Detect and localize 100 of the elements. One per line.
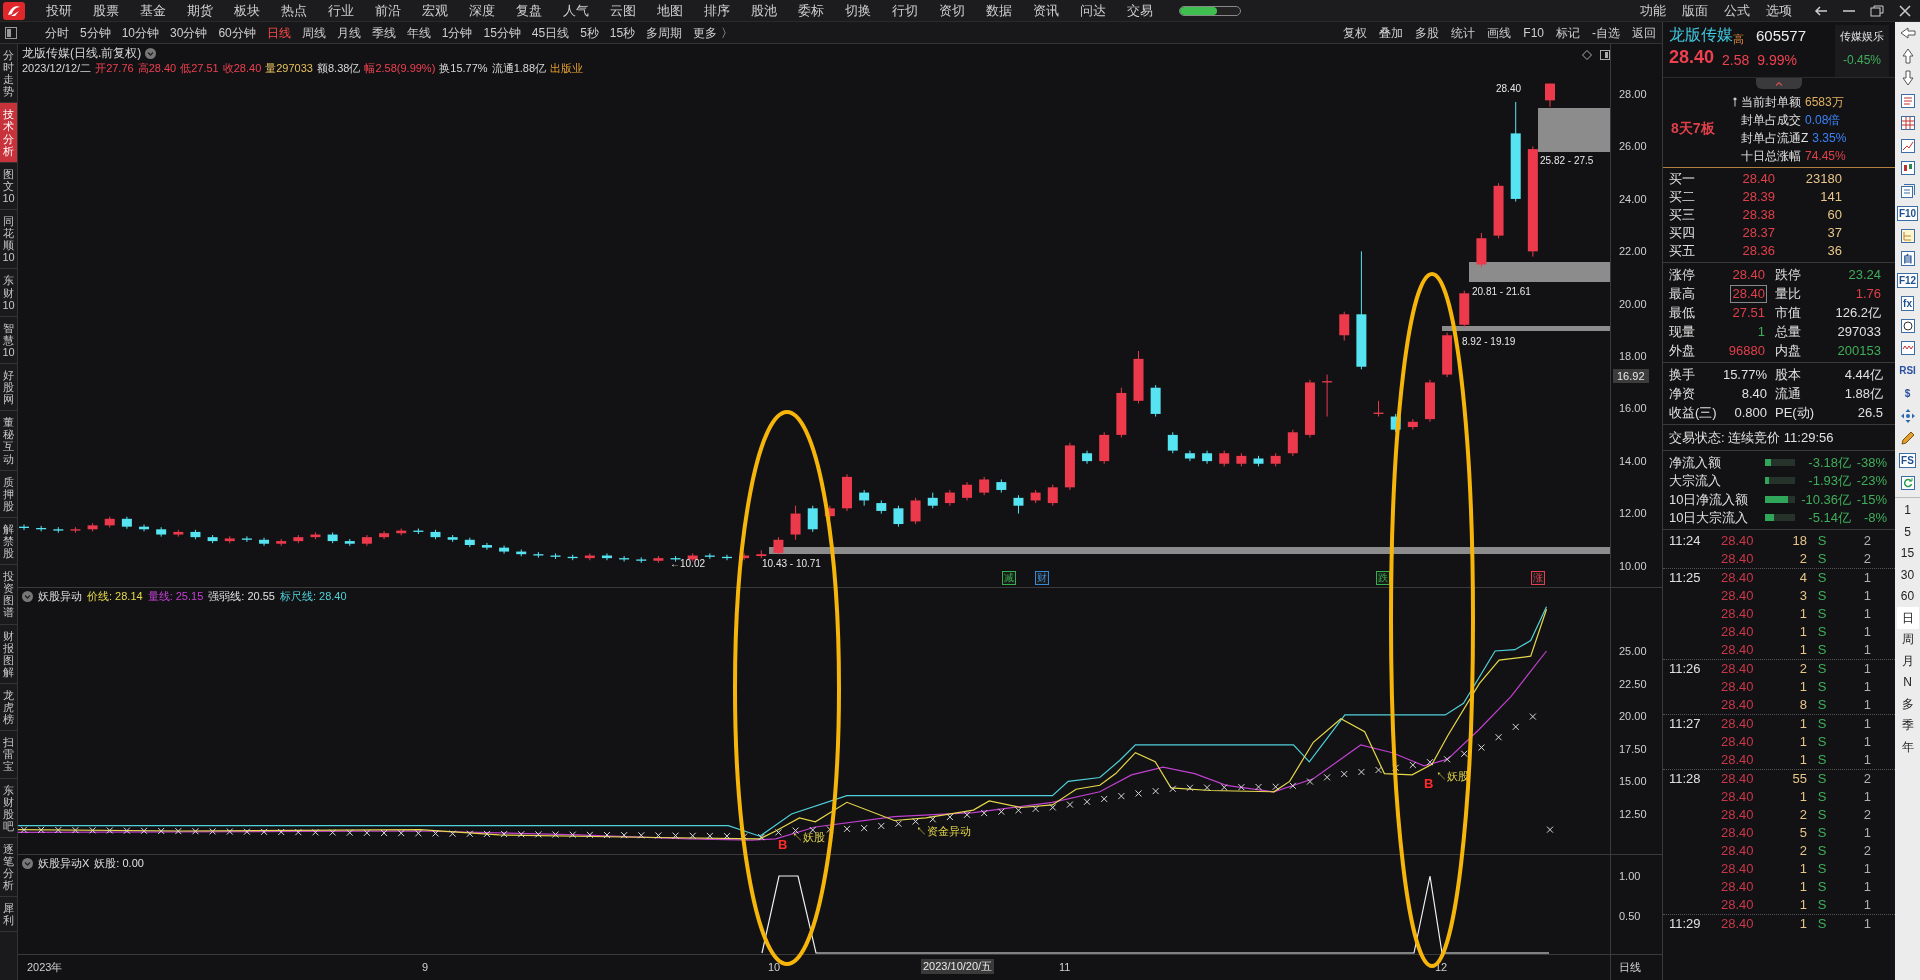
menu-item[interactable]: 地图 xyxy=(646,0,693,22)
side-tab[interactable]: 同花顺10 xyxy=(0,210,17,270)
menu-item[interactable]: 排序 xyxy=(693,0,740,22)
app-logo[interactable] xyxy=(2,1,26,20)
candlestick-icon[interactable] xyxy=(1899,160,1916,177)
side-tab[interactable]: 技术分析 xyxy=(0,103,17,163)
tool-button[interactable]: fx xyxy=(1901,295,1914,311)
menu-item[interactable]: 前沿 xyxy=(364,0,411,22)
refresh-icon[interactable] xyxy=(1899,475,1916,492)
period-button[interactable]: 5 xyxy=(1896,521,1919,543)
menu-item[interactable]: 投研 xyxy=(35,0,82,22)
back-arrow-icon[interactable] xyxy=(1814,4,1828,17)
period-button[interactable]: N xyxy=(1896,671,1919,693)
period-button[interactable]: 30 xyxy=(1896,564,1919,586)
side-tab[interactable]: 投资图谱 xyxy=(0,565,17,625)
menu-item[interactable]: 行业 xyxy=(317,0,364,22)
period-tab[interactable]: 周线 xyxy=(301,22,326,43)
period-tab[interactable]: 5分钟 xyxy=(80,22,111,43)
side-tab[interactable]: 财报图解 xyxy=(0,624,17,684)
down-arrow-icon[interactable] xyxy=(1899,70,1916,87)
menu-item[interactable]: 人气 xyxy=(552,0,599,22)
collapse-button[interactable] xyxy=(1756,78,1802,89)
period-tab[interactable]: 30分钟 xyxy=(170,22,208,43)
diamond-icon[interactable] xyxy=(1582,50,1592,60)
tool-button[interactable]: F10 xyxy=(1896,205,1919,221)
up-arrow-icon[interactable] xyxy=(1899,47,1916,64)
tree-icon[interactable] xyxy=(1899,227,1916,244)
side-tab[interactable]: 龙虎榜 xyxy=(0,683,17,732)
side-tab[interactable]: 逐笔分析 xyxy=(0,837,17,898)
tool-button[interactable]: 自 xyxy=(1900,250,1915,266)
menu-item[interactable]: 股池 xyxy=(740,0,787,22)
period-tab[interactable]: 10分钟 xyxy=(121,22,160,43)
period-button[interactable]: 年 xyxy=(1896,736,1919,758)
period-tab[interactable]: 45日线 xyxy=(531,22,570,43)
period-button[interactable]: 月 xyxy=(1896,650,1919,672)
window-icon[interactable] xyxy=(1600,50,1610,60)
menu-item[interactable]: 选项 xyxy=(1758,0,1800,22)
menu-item[interactable]: 功能 xyxy=(1632,0,1674,22)
period-tab[interactable]: 月线 xyxy=(336,22,361,43)
dropdown-icon[interactable] xyxy=(22,857,33,869)
pencil-icon[interactable] xyxy=(1899,430,1916,447)
menu-item[interactable]: 复盘 xyxy=(505,0,552,22)
period-button[interactable]: 1 xyxy=(1896,499,1919,521)
menu-item[interactable]: 资切 xyxy=(928,0,975,22)
menu-item[interactable]: 行切 xyxy=(881,0,928,22)
menu-item[interactable]: 委标 xyxy=(787,0,834,22)
dropdown-icon[interactable] xyxy=(22,590,33,602)
menu-item[interactable]: 期货 xyxy=(176,0,223,22)
period-button[interactable]: 季 xyxy=(1896,714,1919,736)
tool-button[interactable]: FS xyxy=(1899,453,1916,469)
period-tab[interactable]: 5秒 xyxy=(580,22,599,43)
tool-button[interactable]: RSI xyxy=(1899,363,1916,379)
period-tab[interactable]: 年线 xyxy=(406,22,431,43)
menu-item[interactable]: 热点 xyxy=(270,0,317,22)
period-tab[interactable]: 多周期 xyxy=(646,22,683,43)
period-tab[interactable]: 60分钟 xyxy=(218,22,256,43)
side-tab[interactable]: 东财股吧 xyxy=(0,778,17,838)
left-arrow-icon[interactable] xyxy=(1899,25,1916,42)
panel-toggle-icon[interactable] xyxy=(5,26,17,39)
tool-link[interactable]: 叠加 xyxy=(1379,22,1404,43)
menu-item[interactable]: 基金 xyxy=(129,0,176,22)
period-tab[interactable]: 1分钟 xyxy=(441,22,473,43)
document-icon[interactable] xyxy=(1899,182,1916,199)
list-icon[interactable] xyxy=(1899,92,1916,109)
menu-item[interactable]: 数据 xyxy=(975,0,1022,22)
dropdown-icon[interactable] xyxy=(145,47,157,59)
menu-item[interactable]: 股票 xyxy=(82,0,129,22)
period-tab[interactable]: 季线 xyxy=(371,22,396,43)
restore-icon[interactable] xyxy=(1870,4,1884,17)
side-tab[interactable]: 好股网 xyxy=(0,363,17,412)
tool-link[interactable]: 标记 xyxy=(1556,22,1580,43)
side-tab[interactable]: 质押股 xyxy=(0,470,17,518)
menu-item[interactable]: 版面 xyxy=(1674,0,1716,22)
period-button[interactable]: 15 xyxy=(1896,542,1919,564)
tool-link[interactable]: 返回 xyxy=(1632,22,1656,43)
tool-link[interactable]: 画线 xyxy=(1487,22,1512,43)
period-tab[interactable]: 更多 〉 xyxy=(693,22,733,43)
tool-button[interactable]: F12 xyxy=(1896,273,1919,289)
menu-item[interactable]: 交易 xyxy=(1116,0,1163,22)
sector-card[interactable]: 传媒娱乐 -0.45% xyxy=(1835,25,1889,77)
period-button[interactable]: 周 xyxy=(1896,628,1919,650)
side-tab[interactable]: 东财10 xyxy=(0,269,17,317)
side-tab[interactable]: 董秘互动 xyxy=(0,411,17,471)
period-tab[interactable]: 15分钟 xyxy=(483,22,521,43)
tool-button[interactable]: $ xyxy=(1904,385,1911,401)
menu-item[interactable]: 问达 xyxy=(1069,0,1116,22)
side-tab[interactable]: 智慧10 xyxy=(0,316,17,364)
tool-link[interactable]: 复权 xyxy=(1343,22,1368,43)
menu-item[interactable]: 切换 xyxy=(834,0,881,22)
period-tab[interactable]: 分时 xyxy=(45,22,69,43)
period-button[interactable]: 日 xyxy=(1896,607,1919,629)
side-tab[interactable]: 犀利 xyxy=(0,897,17,933)
menu-item[interactable]: 宏观 xyxy=(411,0,458,22)
menu-item[interactable]: 资讯 xyxy=(1022,0,1069,22)
menu-item[interactable]: 板块 xyxy=(223,0,270,22)
menu-item[interactable]: 公式 xyxy=(1716,0,1758,22)
period-button[interactable]: 多 xyxy=(1896,693,1919,715)
side-tab[interactable]: 图文10 xyxy=(0,162,17,211)
line-chart-icon[interactable] xyxy=(1899,137,1916,154)
period-tab[interactable]: 日线 xyxy=(266,22,291,43)
